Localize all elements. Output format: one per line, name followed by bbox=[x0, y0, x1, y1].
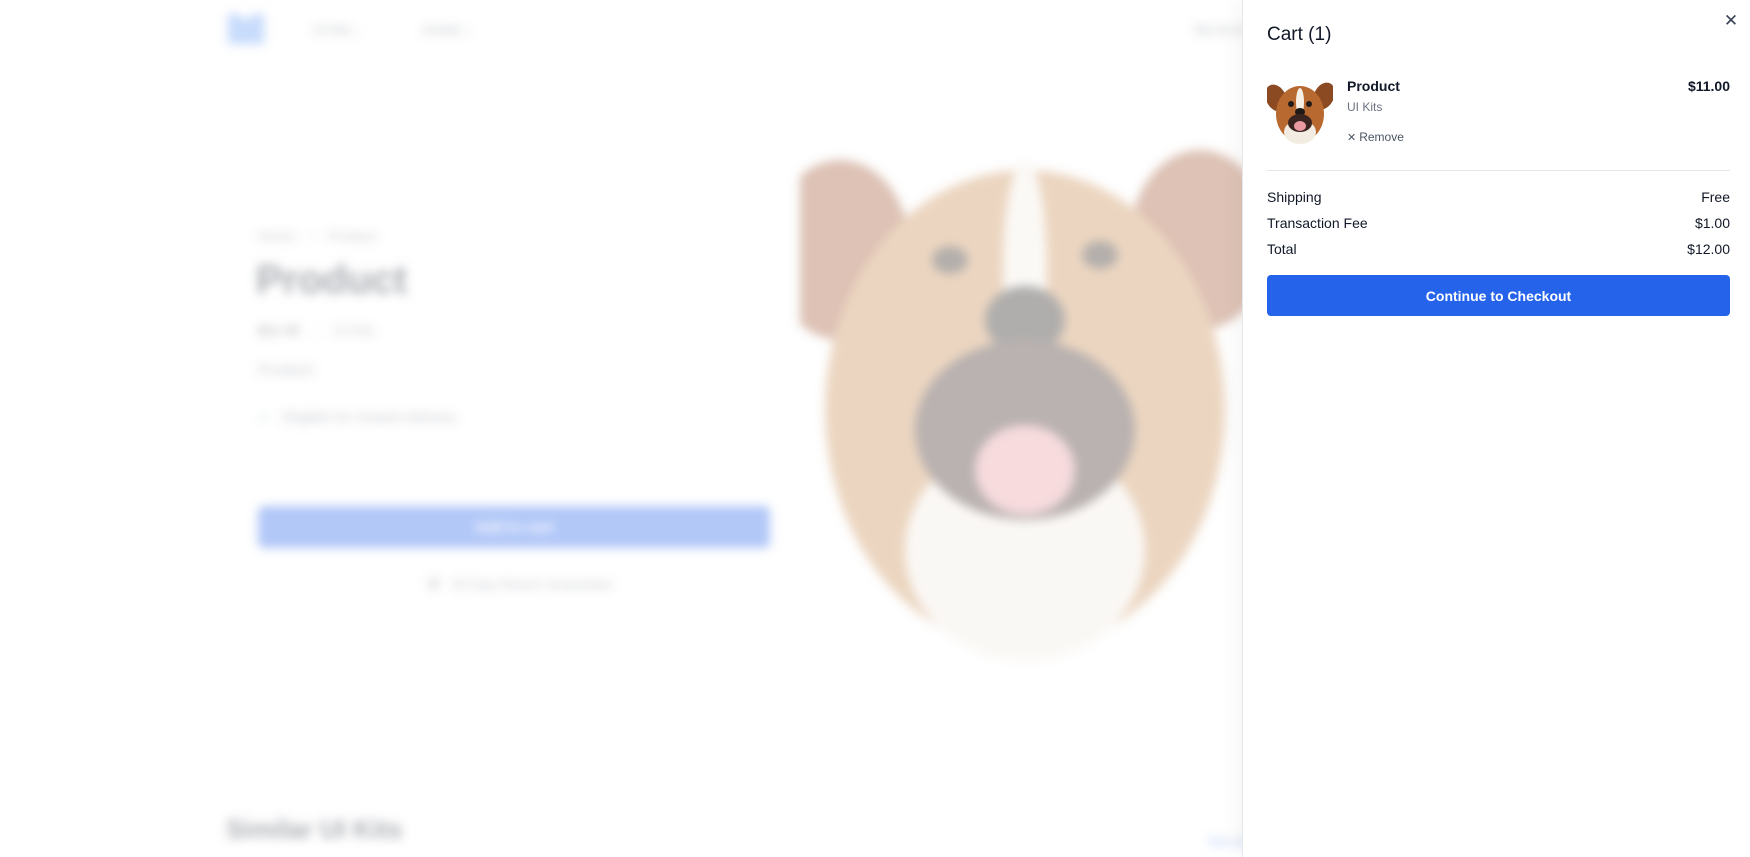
close-icon: ✕ bbox=[1723, 11, 1739, 30]
chevron-down-icon: ⌄ bbox=[466, 26, 475, 37]
dog-photo-icon bbox=[1267, 78, 1333, 144]
product-category: UI Kits bbox=[332, 322, 375, 338]
product-title: Product bbox=[256, 258, 408, 302]
breadcrumb-item: Product bbox=[328, 228, 377, 244]
item-category: UI Kits bbox=[1347, 100, 1383, 114]
remove-item-button[interactable]: ✕ Remove bbox=[1347, 130, 1404, 144]
add-to-cart-button: Add to cart bbox=[258, 506, 770, 548]
chevron-down-icon: ⌄ bbox=[355, 26, 364, 37]
product-feature-text: Eligible for instant delivery bbox=[282, 409, 457, 426]
breadcrumb-item: Home bbox=[258, 228, 296, 244]
transaction-fee-row: Transaction Fee $1.00 bbox=[1267, 215, 1730, 231]
cart-drawer: Cart (1) ✕ Product UI Kits ✕ Remove $11.… bbox=[1242, 0, 1750, 857]
x-icon: ✕ bbox=[1347, 132, 1357, 144]
checkout-button[interactable]: Continue to Checkout bbox=[1267, 275, 1730, 316]
nav-link-assets: Assets ⌄ bbox=[423, 22, 474, 37]
total-value: $12.00 bbox=[1687, 241, 1730, 257]
shield-icon: 🛡 bbox=[424, 576, 442, 592]
product-price: $11.00 bbox=[258, 322, 300, 338]
item-name: Product bbox=[1347, 78, 1400, 94]
breadcrumb-separator-icon: › bbox=[309, 228, 315, 244]
nav-link-label: UI Kits bbox=[313, 22, 352, 37]
meta-divider bbox=[315, 324, 317, 339]
item-price: $11.00 bbox=[1687, 78, 1730, 94]
item-thumbnail bbox=[1267, 78, 1333, 144]
fee-value: $1.00 bbox=[1694, 215, 1730, 231]
fee-label: Transaction Fee bbox=[1267, 215, 1368, 231]
check-icon: ✓ bbox=[258, 409, 271, 426]
dog-illustration bbox=[800, 150, 1250, 660]
close-button[interactable]: ✕ bbox=[1720, 10, 1742, 32]
total-row: Total $12.00 bbox=[1267, 241, 1730, 257]
shipping-value: Free bbox=[1701, 189, 1730, 205]
similar-heading: Similar UI Kits bbox=[226, 814, 403, 844]
divider bbox=[1267, 170, 1730, 171]
remove-label: Remove bbox=[1359, 130, 1404, 144]
product-meta: $11.00 UI Kits bbox=[258, 322, 375, 339]
product-description: Product bbox=[258, 362, 314, 379]
nav-link-ui-kits: UI Kits ⌄ bbox=[313, 22, 364, 37]
product-feature: ✓ Eligible for instant delivery bbox=[258, 408, 457, 426]
breadcrumb: Home › Product bbox=[258, 228, 376, 244]
guarantee-text: 30 Day Return Guarantee bbox=[451, 576, 613, 592]
cart-title: Cart (1) bbox=[1267, 24, 1332, 45]
shipping-label: Shipping bbox=[1267, 189, 1322, 205]
guarantee-note: 🛡 30 Day Return Guarantee bbox=[424, 576, 612, 593]
product-image bbox=[800, 150, 1250, 670]
brand-logo-icon bbox=[228, 14, 264, 44]
cart-item: Product UI Kits ✕ Remove $11.00 bbox=[1267, 78, 1730, 170]
total-label: Total bbox=[1267, 241, 1297, 257]
nav-link-label: Assets bbox=[423, 22, 463, 37]
shipping-row: Shipping Free bbox=[1267, 189, 1730, 205]
